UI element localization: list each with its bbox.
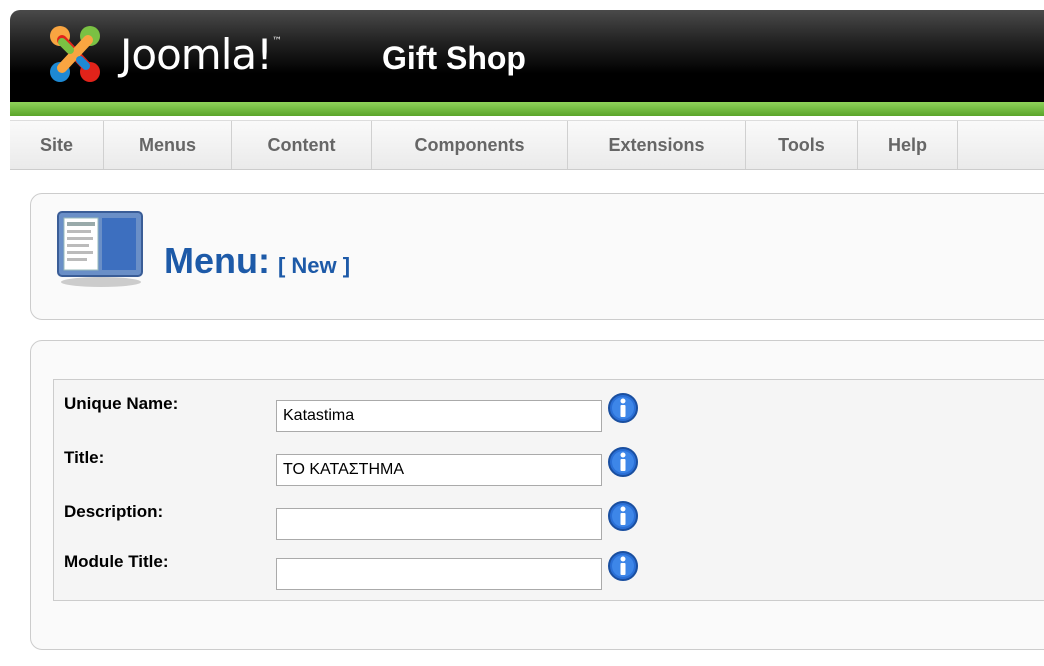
main-menu-bar: Site Menus Content Components Extensions…: [10, 120, 1044, 170]
menu-manager-icon: [57, 211, 143, 287]
menu-item-tools[interactable]: Tools: [746, 121, 858, 169]
menu-form-panel: Unique Name: Title: Description:: [30, 340, 1044, 650]
form-row-description: Description:: [54, 494, 1044, 540]
info-icon[interactable]: [607, 550, 639, 582]
info-icon[interactable]: [607, 446, 639, 478]
form-row-module-title: Module Title:: [54, 544, 1044, 590]
info-icon[interactable]: [607, 392, 639, 424]
site-name: Gift Shop: [382, 40, 526, 76]
title-input[interactable]: [276, 454, 602, 486]
trademark: ™: [271, 36, 282, 47]
header-accent-bar: [10, 102, 1044, 116]
page-title: Menu: [ New ]: [164, 240, 350, 282]
menu-item-menus[interactable]: Menus: [104, 121, 232, 169]
info-icon[interactable]: [607, 500, 639, 532]
form-row-unique-name: Unique Name:: [54, 386, 1044, 432]
module-title-input[interactable]: [276, 558, 602, 590]
page-subtitle: [ New ]: [277, 253, 351, 278]
menu-details-fieldset: Unique Name: Title: Description:: [53, 379, 1044, 601]
joomla-logo-icon: [50, 26, 100, 82]
menu-item-site[interactable]: Site: [10, 121, 104, 169]
description-label: Description:: [64, 502, 164, 521]
menu-item-content[interactable]: Content: [232, 121, 372, 169]
menu-item-help[interactable]: Help: [858, 121, 958, 169]
title-label: Title:: [64, 448, 105, 467]
description-input[interactable]: [276, 508, 602, 540]
brand-name: Joomla!™: [120, 30, 282, 79]
menu-item-components[interactable]: Components: [372, 121, 568, 169]
unique-name-input[interactable]: [276, 400, 602, 432]
menu-item-extensions[interactable]: Extensions: [568, 121, 746, 169]
brand-text: Joomla!: [120, 30, 273, 79]
app-header: Joomla!™ Gift Shop: [10, 10, 1044, 116]
page-title-box: Menu: [ New ]: [30, 193, 1044, 320]
form-row-title: Title:: [54, 440, 1044, 486]
module-title-label: Module Title:: [64, 552, 169, 571]
unique-name-label: Unique Name:: [64, 394, 179, 413]
page-title-text: Menu:: [164, 240, 270, 281]
